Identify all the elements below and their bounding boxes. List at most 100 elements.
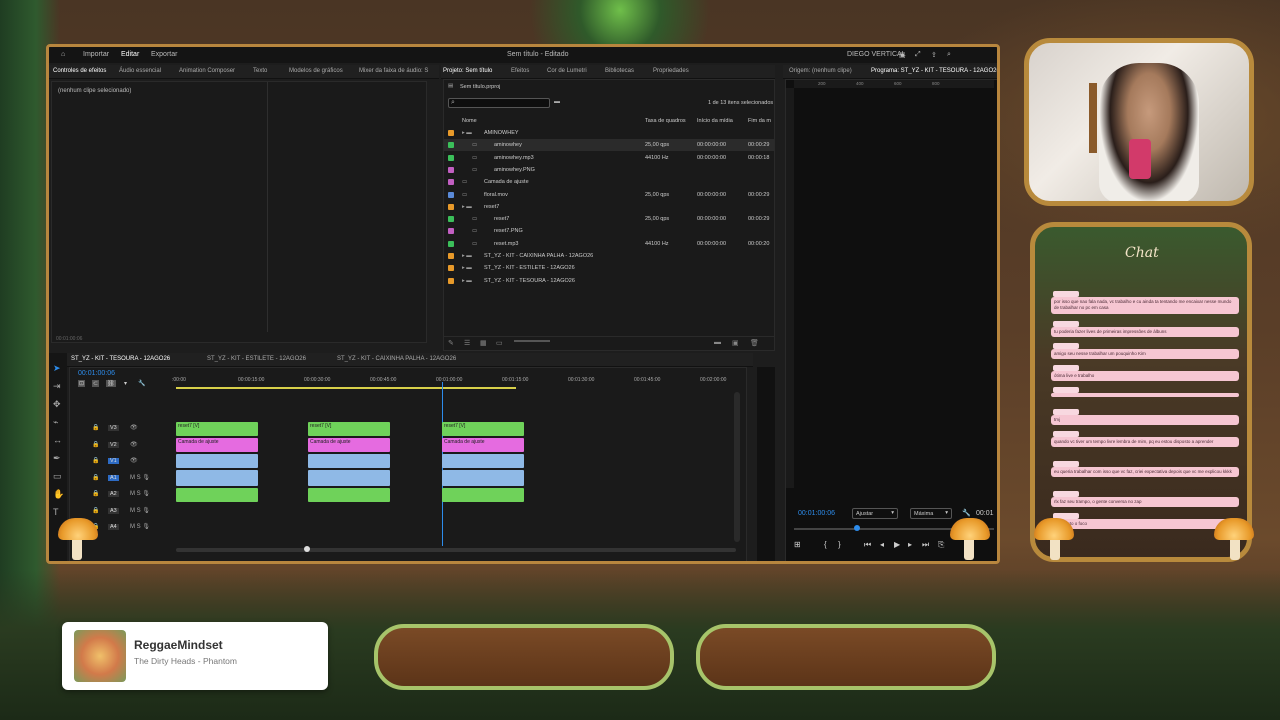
wrench-icon[interactable]: 🔧: [962, 509, 971, 517]
project-bin[interactable]: ▸ ▬ reset7: [444, 201, 774, 213]
mute-solo-icon[interactable]: M S 🎙: [130, 490, 150, 497]
label-color-swatch[interactable]: [448, 179, 454, 186]
label-color-swatch[interactable]: [448, 191, 454, 198]
video-clip-v3[interactable]: reset7 [V]: [442, 422, 524, 436]
work-area-bar[interactable]: [176, 387, 516, 389]
video-clip-v1[interactable]: [442, 454, 524, 468]
audio-clip-a2[interactable]: [176, 488, 258, 502]
project-item[interactable]: ▭ aminowhey.PNG: [444, 164, 774, 176]
timeline-vscroll[interactable]: [734, 392, 740, 542]
pencil-icon[interactable]: ✎: [448, 339, 454, 347]
eye-icon[interactable]: 👁: [130, 424, 138, 431]
export-icon[interactable]: ⇪: [931, 51, 937, 59]
new-bin-icon[interactable]: ▬: [554, 99, 560, 105]
track-label[interactable]: A1: [108, 474, 119, 481]
wrench-icon[interactable]: 🔧: [138, 380, 145, 387]
video-clip-v3[interactable]: reset7 [V]: [176, 422, 258, 436]
icon-view-icon[interactable]: ▦: [480, 339, 487, 347]
video-clip-v3[interactable]: reset7 [V]: [308, 422, 390, 436]
track-header[interactable]: A1 🔒 M S 🎙: [70, 472, 176, 487]
playhead[interactable]: [854, 525, 860, 531]
track-label[interactable]: A2: [108, 491, 119, 497]
fit-dropdown[interactable]: Ajustar ▾: [852, 508, 898, 519]
adjustment-layer-clip[interactable]: Camada de ajuste: [308, 438, 390, 452]
lock-icon[interactable]: 🔒: [92, 507, 99, 514]
mark-out-icon[interactable]: }: [838, 540, 841, 549]
mark-in-icon[interactable]: {: [824, 540, 827, 549]
label-color-swatch[interactable]: [448, 228, 454, 235]
workspace-label[interactable]: DIEGO VERTICAL: [847, 51, 906, 58]
project-item[interactable]: ▭ reset7.PNG: [444, 225, 774, 237]
marker-icon[interactable]: ▾: [124, 380, 127, 387]
label-color-swatch[interactable]: [448, 265, 454, 272]
audio-clip-a1[interactable]: [308, 470, 390, 486]
scroll-handle[interactable]: [304, 546, 310, 552]
audio-clip-a1[interactable]: [176, 470, 258, 486]
rectangle-icon[interactable]: ▭: [53, 471, 62, 482]
eye-icon[interactable]: 👁: [130, 441, 138, 448]
project-item[interactable]: ▭ aminowhey 25,00 qps 00:00:00:00 00:00:29: [444, 139, 774, 152]
header-fps[interactable]: Taxa de quadros: [645, 118, 686, 124]
tab-animation-composer[interactable]: Animation Composer: [179, 68, 235, 74]
ripple-edit-icon[interactable]: ✥: [53, 399, 61, 410]
quality-dropdown[interactable]: Máxima ▾: [910, 508, 952, 519]
panel-icon[interactable]: ▣: [899, 51, 906, 59]
tab-essential-audio[interactable]: Áudio essencial: [119, 68, 161, 74]
slip-icon[interactable]: ↔: [53, 435, 62, 445]
tab-audio-mixer[interactable]: Mixer da faixa de áudio: S: [359, 68, 428, 74]
program-timecode[interactable]: 00:01:00:06: [798, 510, 835, 517]
project-bin[interactable]: ▸ ▬ ST_YZ - KIT - ESTILETE - 12AGO26: [444, 262, 774, 274]
timeline-hscroll[interactable]: [176, 546, 736, 552]
tab-seq-estilete[interactable]: ST_YZ - KIT - ESTILETE - 12AGO26: [207, 356, 306, 362]
adjustment-layer-clip[interactable]: Camada de ajuste: [442, 438, 524, 452]
new-item-icon[interactable]: ▣: [732, 339, 739, 347]
project-item[interactable]: ▭ reset.mp3 44100 Hz 00:00:00:00 00:00:20: [444, 238, 774, 250]
linked-icon[interactable]: ⛓: [106, 380, 116, 387]
menu-import[interactable]: Importar: [83, 51, 109, 58]
label-color-swatch[interactable]: [448, 130, 454, 136]
adjustment-layer-clip[interactable]: Camada de ajuste: [176, 438, 258, 452]
new-bin-footer-icon[interactable]: ▬: [714, 339, 721, 346]
type-icon[interactable]: T: [53, 507, 59, 517]
tab-seq-caixinha[interactable]: ST_YZ - KIT - CAIXINHA PALHA - 12AGO26: [337, 356, 456, 362]
tab-effect-controls[interactable]: Controles de efeitos: [53, 68, 106, 74]
project-item[interactable]: ▭ reset7 25,00 qps 00:00:00:00 00:00:29: [444, 213, 774, 225]
trash-icon[interactable]: 🗑: [750, 339, 759, 347]
export-frame-icon[interactable]: ⎘: [938, 540, 944, 550]
video-clip-v1[interactable]: [308, 454, 390, 468]
frame-forward-icon[interactable]: ▸: [908, 540, 912, 549]
nest-icon[interactable]: ⊡: [78, 380, 86, 387]
lock-icon[interactable]: 🔒: [92, 424, 99, 431]
label-color-swatch[interactable]: [448, 277, 454, 284]
lock-icon[interactable]: 🔒: [92, 474, 99, 481]
project-search-input[interactable]: ⌕: [448, 98, 550, 108]
timeline-timecode[interactable]: 00:01:00:06: [78, 370, 115, 377]
razor-icon[interactable]: ⌁: [53, 417, 58, 428]
timeline-ruler[interactable]: :00:00 00:00:15:00 00:00:30:00 00:00:45:00 0…: [172, 376, 736, 392]
lock-icon[interactable]: 🔒: [92, 457, 99, 464]
project-item[interactable]: ▭ Camada de ajuste: [444, 176, 774, 188]
track-select-icon[interactable]: ⇥: [53, 381, 61, 392]
step-back-icon[interactable]: ⏮: [864, 540, 871, 550]
label-color-swatch[interactable]: [448, 154, 454, 161]
project-bin[interactable]: ▸ ▬ ST_YZ - KIT - CAIXINHA PALHA - 12AGO2…: [444, 250, 774, 262]
track-header[interactable]: A2 🔒 M S 🎙: [70, 488, 176, 503]
frame-back-icon[interactable]: ◂: [880, 540, 884, 549]
project-item[interactable]: ▭ aminowhey.mp3 44100 Hz 00:00:00:00 00:00:1…: [444, 152, 774, 164]
label-color-swatch[interactable]: [448, 253, 454, 259]
header-end[interactable]: Fim da m: [748, 118, 771, 124]
label-color-swatch[interactable]: [448, 142, 454, 149]
tab-project[interactable]: Projeto: Sem título: [443, 68, 492, 74]
tab-source[interactable]: Origem: (nenhum clipe): [789, 68, 852, 74]
project-bin[interactable]: ▸ ▬ AMINOWHEY: [444, 127, 774, 139]
tab-lumetri[interactable]: Cor de Lumetri: [547, 68, 587, 74]
tab-effects[interactable]: Efeitos: [511, 68, 529, 74]
eye-icon[interactable]: 👁: [130, 457, 138, 464]
label-color-swatch[interactable]: [448, 216, 454, 223]
pen-icon[interactable]: ✒: [53, 453, 61, 464]
step-forward-icon[interactable]: ⏭: [922, 540, 929, 550]
track-label[interactable]: V2: [108, 441, 119, 448]
track-header[interactable]: V2 🔒 👁: [70, 439, 176, 454]
project-bin[interactable]: ▸ ▬ ST_YZ - KIT - TESOURA - 12AGO26: [444, 275, 774, 287]
zoom-slider[interactable]: [514, 340, 550, 342]
